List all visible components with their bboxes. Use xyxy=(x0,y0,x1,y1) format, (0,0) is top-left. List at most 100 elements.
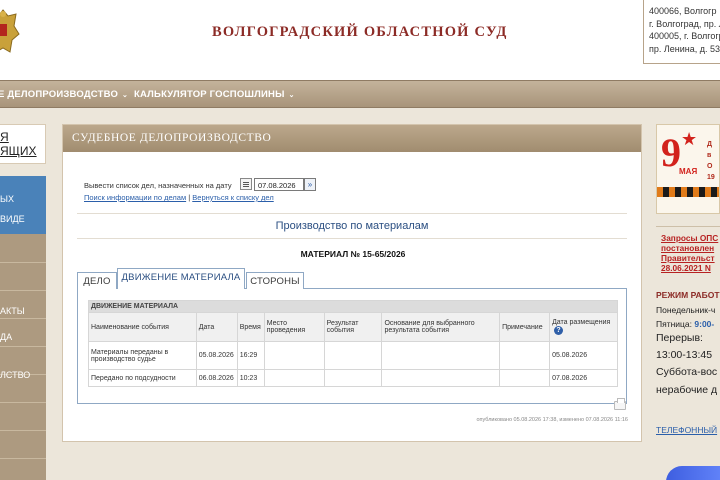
site-header: ВОЛГОГРАДСКИЙ ОБЛАСТНОЙ СУД 400066, Волг… xyxy=(0,0,720,80)
victory-day-banner[interactable]: 9 ★ МАЯ Д в О 19 xyxy=(656,124,720,214)
friday-label: Пятница: xyxy=(656,319,693,329)
break-time: 13:00-13:45 xyxy=(656,349,713,361)
left-menu-item-lstvo[interactable]: ЛСТВО xyxy=(0,370,30,380)
column-header: Время xyxy=(236,312,265,342)
column-header: Примечание xyxy=(499,312,551,342)
table-cell xyxy=(381,341,501,370)
table-cell xyxy=(263,341,325,370)
calendar-icon[interactable] xyxy=(240,178,252,190)
phone-link[interactable]: ТЕЛЕФОННЫЙ xyxy=(656,425,717,435)
table-cell: 06.08.2026 xyxy=(195,369,238,387)
banner-number: 9 xyxy=(661,130,681,175)
table-cell: 05.08.2026 xyxy=(549,341,618,370)
divider xyxy=(0,458,46,459)
address-line: г. Волгоград, пр. Л xyxy=(649,18,720,29)
submit-date-button[interactable]: » xyxy=(304,178,316,191)
case-number: МАТЕРИАЛ № 15-65/2026 xyxy=(300,249,406,259)
date-input[interactable] xyxy=(254,178,304,191)
search-cases-link[interactable]: Поиск информации по делам xyxy=(84,193,186,202)
nav-item-label: Е ДЕЛОПРОИЗВОДСТВО xyxy=(0,89,119,100)
table-cell xyxy=(499,341,551,370)
friday-hours: Пятница: 9:00- xyxy=(656,319,714,329)
column-header: Дата xyxy=(195,312,238,342)
table-cell: Материалы переданы в производство судье xyxy=(88,341,197,370)
work-mode-title: РЕЖИМ РАБОТ xyxy=(656,290,720,300)
friday-time: 9:00- xyxy=(694,319,715,329)
weekdays-text: Понедельник-ч xyxy=(656,305,716,315)
production-title: Производство по материалам xyxy=(77,213,627,239)
main-nav: Е ДЕЛОПРОИЗВОДСТВО ⌄ КАЛЬКУЛЯТОР ГОСПОШЛИ… xyxy=(0,80,720,108)
column-header: Место проведения xyxy=(263,312,325,342)
table-row: Передано по подсудности 06.08.2026 10:23… xyxy=(88,369,618,387)
chat-widget-button[interactable] xyxy=(666,466,720,480)
left-top-link-line: Я xyxy=(0,130,9,144)
link-line: постановлен xyxy=(661,243,715,253)
left-top-link[interactable]: Я ЯЩИХ xyxy=(0,124,46,164)
divider xyxy=(0,318,46,319)
left-top-link-line: ЯЩИХ xyxy=(0,144,37,158)
tab-parties[interactable]: СТОРОНЫ xyxy=(246,272,304,289)
column-header-with-help: Дата размещения? xyxy=(549,312,618,342)
star-icon: ★ xyxy=(681,129,698,149)
proceedings-panel: СУДЕБНОЕ ДЕЛОПРОИЗВОДСТВО Вывести список… xyxy=(62,124,642,442)
left-menu: ЫХ ВИДЕ АКТЫ ДА ЛСТВО xyxy=(0,176,46,480)
banner-may: МАЯ xyxy=(679,167,698,176)
panel-links: Поиск информации по делам | Вернуться к … xyxy=(84,193,274,202)
table-cell: 10:23 xyxy=(236,369,265,387)
column-header: Дата размещения xyxy=(552,319,611,326)
chevron-down-icon: ⌄ xyxy=(288,92,295,99)
column-header: Результат события xyxy=(323,312,383,342)
weekend-text: Суббота-вос xyxy=(656,366,718,378)
print-icon[interactable] xyxy=(614,398,626,410)
left-menu-item-da[interactable]: ДА xyxy=(0,332,12,342)
banner-text: Д в О 19 xyxy=(707,139,715,183)
table-cell xyxy=(323,341,383,370)
panel-title: СУДЕБНОЕ ДЕЛОПРОИЗВОДСТВО xyxy=(72,132,272,144)
left-menu-item-acts[interactable]: АКТЫ xyxy=(0,306,25,316)
table-caption: ДВИЖЕНИЕ МАТЕРИАЛА xyxy=(88,300,618,313)
back-to-list-link[interactable]: Вернуться к списку дел xyxy=(192,193,273,202)
table-cell xyxy=(323,369,383,387)
nav-item-proceedings[interactable]: Е ДЕЛОПРОИЗВОДСТВО ⌄ xyxy=(0,89,128,100)
table-cell: 07.08.2026 xyxy=(549,369,618,387)
tab-case[interactable]: ДЕЛО xyxy=(77,272,117,289)
link-separator: | xyxy=(188,193,191,202)
table-cell: 05.08.2026 xyxy=(195,341,238,370)
panel-header: СУДЕБНОЕ ДЕЛОПРОИЗВОДСТВО xyxy=(63,125,641,152)
link-line: 28.06.2021 N xyxy=(661,263,711,273)
banner-text-line: в xyxy=(707,152,712,159)
banner-text-line: Д xyxy=(707,141,712,148)
movement-table: ДВИЖЕНИЕ МАТЕРИАЛА Наименование события … xyxy=(88,300,618,387)
left-top-link-text: Я ЯЩИХ xyxy=(0,130,37,158)
column-header: Основание для выбранного результата собы… xyxy=(381,312,501,342)
table-header-row: Наименование события Дата Время Место пр… xyxy=(88,312,618,342)
left-menu-label: ВИДЕ xyxy=(0,214,25,224)
table-cell xyxy=(499,369,551,387)
chevron-down-icon: ⌄ xyxy=(122,92,129,99)
table-cell xyxy=(263,369,325,387)
link-line: Правительст xyxy=(661,253,715,263)
nav-item-fee-calculator[interactable]: КАЛЬКУЛЯТОР ГОСПОШЛИНЫ ⌄ xyxy=(134,89,295,100)
banner-text-line: 19 xyxy=(707,174,715,181)
column-header: Наименование события xyxy=(88,312,197,342)
site-title: ВОЛГОГРАДСКИЙ ОБЛАСТНОЙ СУД xyxy=(212,24,508,40)
address-box: 400066, Волгогр г. Волгоград, пр. Л 4000… xyxy=(643,0,720,64)
ops-requests-link[interactable]: Запросы ОПС постановлен Правительст 28.0… xyxy=(661,233,720,273)
table-cell xyxy=(381,369,501,387)
link-line: Запросы ОПС xyxy=(661,233,719,243)
help-icon[interactable]: ? xyxy=(554,326,564,335)
divider xyxy=(0,290,46,291)
address-line: 400005, г. Волгогр xyxy=(649,31,720,42)
table-cell: Передано по подсудности xyxy=(88,369,197,387)
left-menu-item-active[interactable]: ЫХ ВИДЕ xyxy=(0,176,46,234)
divider xyxy=(0,402,46,403)
tab-material-movement[interactable]: ДВИЖЕНИЕ МАТЕРИАЛА xyxy=(117,268,245,289)
st-george-ribbon xyxy=(657,187,719,197)
left-menu-label: ЫХ xyxy=(0,194,14,204)
banner-text-line: О xyxy=(707,163,713,170)
published-info: опубликовано 05.08.2026 17:38, изменено … xyxy=(476,417,628,423)
court-emblem-icon xyxy=(0,9,20,53)
divider xyxy=(0,346,46,347)
divider xyxy=(0,262,46,263)
left-menu-list: АКТЫ ДА ЛСТВО xyxy=(0,234,46,480)
